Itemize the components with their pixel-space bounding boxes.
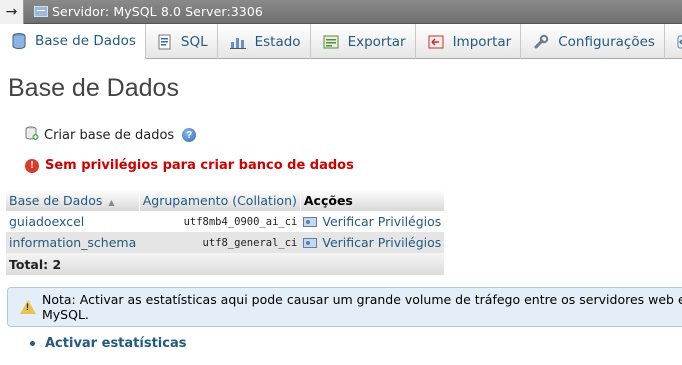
server-breadcrumb-link[interactable]: Servidor: MySQL 8.0 Server:3306 — [52, 4, 263, 19]
tab-databases[interactable]: Base de Dados — [0, 24, 146, 59]
warning-icon: ! — [20, 300, 36, 314]
tab-label: Importar — [452, 33, 512, 50]
sql-icon — [158, 34, 172, 50]
database-name-link[interactable]: guiadoexcel — [6, 211, 140, 232]
export-icon — [323, 35, 339, 49]
tab-export[interactable]: Exportar — [311, 24, 416, 59]
database-icon — [12, 33, 26, 49]
status-chart-icon — [229, 35, 246, 49]
collation-cell: utf8mb4_0900_ai_ci — [139, 211, 301, 232]
tab-replication[interactable] — [665, 24, 682, 59]
help-icon[interactable]: ? — [182, 128, 197, 142]
check-privileges-link[interactable]: Verificar Privilégios — [300, 211, 445, 232]
total-count: Total: 2 — [6, 253, 445, 275]
top-tabs: Base de Dados SQL Estado Exportar Import… — [0, 24, 682, 59]
create-database-label[interactable]: Criar base de dados — [44, 128, 174, 143]
privileges-icon — [303, 217, 318, 227]
check-privileges-link[interactable]: Verificar Privilégios — [300, 232, 445, 253]
error-message: ! Sem privilégios para criar banco de da… — [25, 158, 354, 173]
error-icon: ! — [25, 158, 39, 173]
replication-icon — [677, 35, 682, 49]
statistics-notice: ! Nota: Activar as estatísticas aqui pod… — [7, 287, 682, 327]
tab-status[interactable]: Estado — [218, 24, 311, 59]
enable-statistics-item: Activar estatísticas — [30, 336, 186, 351]
table-total-row: Total: 2 — [6, 253, 445, 275]
tab-label: SQL — [180, 33, 208, 50]
tab-sql[interactable]: SQL — [146, 24, 218, 59]
tab-settings[interactable]: Configurações — [521, 24, 665, 59]
table-row: information_schema utf8_general_ci Verif… — [6, 232, 445, 253]
databases-table: Base de Dados ▲ Agrupamento (Collation) A… — [6, 190, 445, 275]
notice-text: Nota: Activar as estatísticas aqui pode … — [42, 292, 682, 322]
server-breadcrumb-bar: → Servidor: MySQL 8.0 Server:3306 — [0, 0, 682, 24]
tab-label: Exportar — [347, 33, 406, 50]
privileges-icon — [303, 238, 318, 248]
column-header-collation[interactable]: Agrupamento (Collation) — [139, 190, 301, 211]
import-icon — [428, 35, 444, 49]
sort-ascending-icon: ▲ — [108, 198, 115, 207]
collation-cell: utf8_general_ci — [139, 232, 301, 253]
tab-label: Base de Dados — [35, 33, 136, 49]
table-row: guiadoexcel utf8mb4_0900_ai_ci Verificar… — [6, 211, 445, 232]
database-add-icon — [25, 125, 39, 145]
create-database-section: Criar base de dados ? — [25, 125, 197, 145]
tab-label: Estado — [254, 33, 301, 50]
column-header-actions: Acções — [300, 190, 445, 211]
page-title: Base de Dados — [8, 74, 179, 102]
error-text: Sem privilégios para criar banco de dado… — [45, 158, 354, 173]
tab-label: Configurações — [558, 33, 655, 50]
server-icon — [34, 6, 48, 17]
enable-statistics-link[interactable]: Activar estatísticas — [45, 336, 186, 351]
navigation-toggle-button[interactable]: → — [0, 0, 24, 24]
database-name-link[interactable]: information_schema — [6, 232, 140, 253]
column-header-database[interactable]: Base de Dados ▲ — [6, 190, 140, 211]
tab-import[interactable]: Importar — [416, 24, 522, 59]
wrench-icon — [533, 34, 549, 50]
bullet-icon — [30, 341, 35, 346]
